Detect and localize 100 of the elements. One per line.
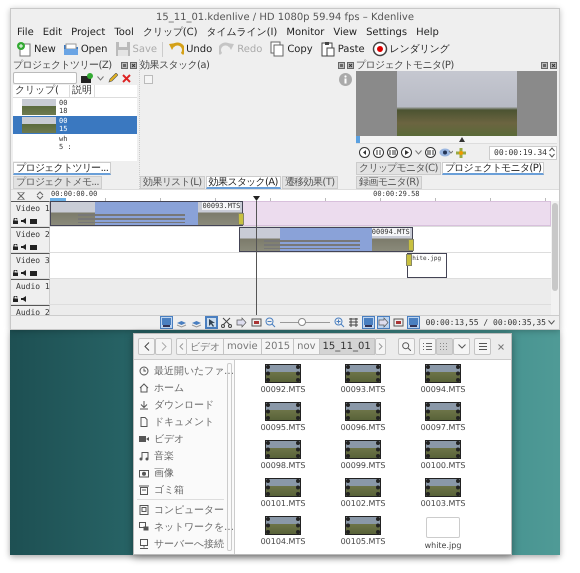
slider-thumb[interactable] bbox=[298, 318, 306, 326]
play-icon[interactable] bbox=[401, 147, 412, 158]
video-file[interactable]: 00100.MTS bbox=[403, 441, 483, 479]
undock-icon[interactable] bbox=[338, 62, 345, 68]
arrow-button[interactable] bbox=[234, 316, 248, 329]
path-button[interactable]: ビデオ bbox=[187, 338, 224, 355]
lock-icon[interactable] bbox=[13, 218, 18, 224]
close-icon[interactable] bbox=[550, 62, 557, 68]
sidebar-item[interactable]: サーバーへ接続 bbox=[134, 535, 234, 552]
frame-button[interactable] bbox=[250, 316, 263, 329]
sidebar-item[interactable]: ダウンロード bbox=[134, 396, 234, 413]
panel-tab[interactable]: 効果スタック(A) bbox=[206, 176, 281, 189]
menu-item[interactable]: Help bbox=[416, 26, 439, 38]
speaker-icon[interactable] bbox=[21, 244, 27, 250]
video-file[interactable]: 00097.MTS bbox=[403, 403, 483, 441]
panel-tab[interactable]: 効果リスト(L) bbox=[140, 176, 205, 189]
menu-item[interactable]: Settings bbox=[366, 26, 408, 38]
track-header[interactable]: Video 3 bbox=[11, 253, 50, 278]
track-header[interactable]: Audio 2 bbox=[11, 305, 50, 315]
panel-tab[interactable]: プロジェクトメモ... bbox=[13, 176, 102, 189]
panel-tab[interactable]: プロジェクトツリー... bbox=[13, 162, 112, 175]
fast-forward-icon[interactable] bbox=[425, 147, 436, 158]
menu-item[interactable]: Edit bbox=[42, 26, 62, 38]
arrow-button[interactable] bbox=[376, 316, 390, 329]
seek-start-icon[interactable] bbox=[359, 147, 370, 158]
open-button[interactable]: Open bbox=[60, 40, 110, 58]
video-file[interactable]: 00096.MTS bbox=[323, 403, 403, 441]
lock-icon[interactable] bbox=[13, 270, 18, 276]
scissors-button[interactable] bbox=[220, 316, 233, 329]
copy-button[interactable]: Copy bbox=[267, 40, 315, 58]
menu-item[interactable]: View bbox=[333, 26, 358, 38]
video-file[interactable]: 00102.MTS bbox=[323, 479, 403, 517]
sidebar-item[interactable]: 最近開いたファ… bbox=[134, 362, 234, 379]
image-file[interactable]: white.jpg bbox=[403, 517, 483, 555]
video-file[interactable]: 00103.MTS bbox=[403, 479, 483, 517]
expand-icon[interactable] bbox=[36, 191, 44, 200]
frame-button[interactable] bbox=[392, 316, 405, 329]
menu-item[interactable]: Project bbox=[71, 26, 106, 38]
chevron-down-icon[interactable] bbox=[415, 150, 422, 155]
checkbox[interactable] bbox=[144, 75, 153, 84]
zoom-in-icon[interactable] bbox=[334, 317, 345, 328]
add-clip-icon[interactable] bbox=[81, 73, 93, 83]
menu-item[interactable]: Monitor bbox=[286, 26, 324, 38]
sidebar-item[interactable]: ビデオ bbox=[134, 430, 234, 447]
track-header[interactable]: Audio 1 bbox=[11, 279, 50, 304]
close-icon[interactable] bbox=[347, 62, 354, 68]
film-icon[interactable] bbox=[30, 270, 37, 276]
list-view-button[interactable] bbox=[419, 338, 436, 355]
video-file[interactable]: 00092.MTS bbox=[243, 365, 323, 403]
lock-icon[interactable] bbox=[13, 244, 18, 250]
view-options-button[interactable] bbox=[453, 338, 470, 355]
render-button[interactable]: レンダリング bbox=[370, 40, 452, 58]
speaker-icon[interactable] bbox=[21, 296, 27, 302]
seek-back-icon[interactable] bbox=[373, 147, 384, 158]
track-header[interactable]: Video 2 bbox=[11, 227, 50, 252]
playhead-line[interactable] bbox=[256, 201, 258, 315]
search-field[interactable] bbox=[13, 72, 77, 84]
path-button[interactable]: nov bbox=[294, 338, 320, 355]
chevron-down-icon[interactable] bbox=[97, 76, 104, 80]
menu-item[interactable]: Tool bbox=[114, 26, 134, 38]
scrollbar[interactable] bbox=[551, 201, 559, 315]
menu-item[interactable]: タイムライン(I) bbox=[206, 25, 278, 39]
transition-marker[interactable] bbox=[406, 254, 412, 266]
sidebar-item[interactable]: ホーム bbox=[134, 379, 234, 396]
monitor-button[interactable] bbox=[362, 316, 375, 329]
zoom-out-icon[interactable] bbox=[264, 317, 276, 328]
video-file[interactable]: 00104.MTS bbox=[243, 517, 323, 555]
undock-icon[interactable] bbox=[121, 62, 128, 68]
video-file[interactable]: 00105.MTS bbox=[323, 517, 403, 555]
panel-tab[interactable]: 遷移効果(T) bbox=[282, 176, 338, 189]
speaker-icon[interactable] bbox=[21, 218, 27, 224]
panel-tab[interactable]: プロジェクトモニタ(P) bbox=[442, 162, 544, 175]
video-file[interactable]: 00093.MTS bbox=[323, 365, 403, 403]
cursor-button[interactable] bbox=[204, 316, 218, 329]
new-button[interactable]: New bbox=[14, 40, 58, 58]
menu-item[interactable]: File bbox=[17, 26, 34, 38]
film-icon[interactable] bbox=[30, 218, 37, 224]
timecode-field[interactable]: 00:00:19.34 bbox=[489, 146, 557, 160]
transition-marker[interactable] bbox=[238, 213, 244, 225]
path-button[interactable]: movie bbox=[224, 338, 262, 355]
column-header[interactable]: クリップ( bbox=[13, 85, 70, 97]
pencil-icon[interactable] bbox=[108, 73, 118, 83]
spin-arrows-icon[interactable] bbox=[549, 147, 555, 158]
sidebar-item[interactable]: ドキュメント bbox=[134, 413, 234, 430]
path-button[interactable]: 2015 bbox=[262, 338, 294, 355]
video-file[interactable]: 00099.MTS bbox=[323, 441, 403, 479]
video-file[interactable]: 00098.MTS bbox=[243, 441, 323, 479]
grid-button[interactable] bbox=[346, 316, 360, 329]
back-button[interactable] bbox=[138, 338, 155, 355]
undo-button[interactable]: Undo bbox=[166, 40, 214, 58]
track-header[interactable]: Video 1 bbox=[11, 201, 50, 226]
eye-icon[interactable] bbox=[439, 148, 453, 157]
panel-tab[interactable]: クリップモニタ(C) bbox=[356, 162, 441, 175]
sidebar-item[interactable]: コンピューター bbox=[134, 501, 234, 518]
path-button[interactable]: 15_11_01 bbox=[320, 338, 375, 355]
delete-icon[interactable] bbox=[122, 74, 131, 82]
monitor-button[interactable] bbox=[160, 316, 173, 329]
sidebar-item[interactable]: 画像 bbox=[134, 464, 234, 481]
panel-tab[interactable]: 録画モニタ(R) bbox=[356, 176, 422, 189]
sidebar-item[interactable]: 音楽 bbox=[134, 447, 234, 464]
